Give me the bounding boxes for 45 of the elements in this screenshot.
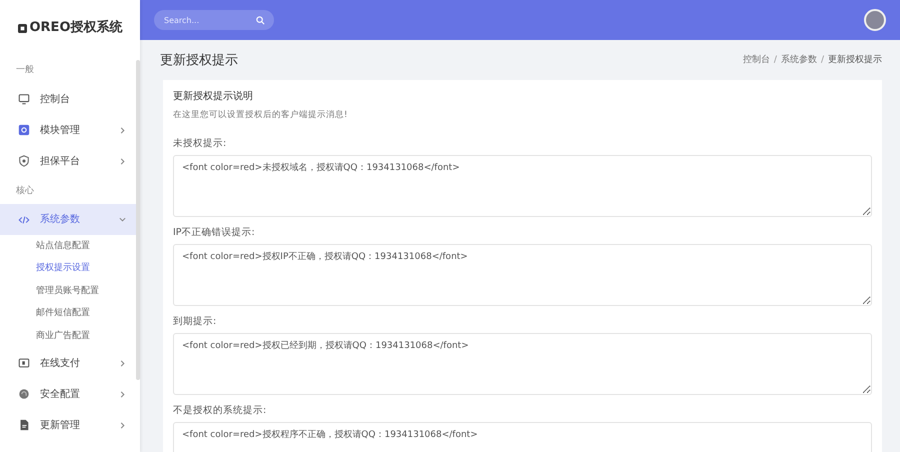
submenu-item[interactable]: 邮件短信配置	[0, 302, 140, 325]
gear-icon	[18, 124, 30, 136]
breadcrumb-separator: /	[774, 54, 777, 68]
code-icon	[18, 214, 30, 226]
sidebar-item[interactable]: 控制台	[0, 84, 140, 114]
logo-icon	[18, 24, 26, 32]
breadcrumb-current: 更新授权提示	[828, 54, 882, 68]
search-icon	[256, 16, 265, 25]
field-label: IP不正确错误提示:	[173, 226, 256, 239]
submenu-item[interactable]: 管理员账号配置	[0, 280, 140, 302]
sidebar-item[interactable]: 在线支付	[0, 348, 140, 378]
chevron-right-icon	[119, 126, 126, 134]
sidebar-item[interactable]: 安全配置	[0, 378, 140, 410]
monitor-icon	[18, 93, 30, 105]
card-heading: 更新授权提示说明	[173, 90, 254, 104]
chevron-down-icon	[119, 216, 126, 223]
card-description: 在这里您可以设置授权后的客户端提示消息!	[173, 109, 348, 121]
page-title: 更新授权提示	[160, 52, 238, 70]
field-label: 未授权提示:	[173, 137, 228, 150]
text-area[interactable]: <font color=red>授权IP不正确，授权请QQ：1934131068</font>	[173, 244, 872, 306]
breadcrumb-link[interactable]: 系统参数	[780, 54, 817, 68]
text-area[interactable]: <font color=red>授权已经到期，授权请QQ：1934131068</font>	[173, 333, 872, 395]
chevron-right-icon	[119, 422, 126, 428]
section-heading: 一般	[15, 64, 35, 77]
section-heading: 核心	[15, 184, 35, 198]
logo: OREO授权系统	[0, 0, 140, 56]
text-area[interactable]: <font color=red>未授权域名，授权请QQ：1934131068</font>	[173, 155, 872, 217]
text-area[interactable]: <font color=red>授权程序不正确，授权请QQ：1934131068</font>	[173, 422, 872, 452]
chevron-right-icon	[119, 360, 126, 366]
card-icon	[18, 357, 30, 369]
sidebar-item[interactable]: 更新管理	[0, 410, 140, 440]
breadcrumb-link[interactable]: 控制台	[742, 54, 770, 68]
field-label: 不是授权的系统提示:	[173, 404, 268, 417]
submenu-item[interactable]: 授权提示设置	[0, 258, 140, 280]
avatar[interactable]	[864, 9, 886, 31]
chevron-right-icon	[119, 390, 126, 398]
document-icon	[18, 419, 30, 431]
breadcrumb-separator: /	[820, 54, 824, 68]
field-label: 到期提示:	[173, 315, 218, 328]
sidebar-item[interactable]: 担保平台	[0, 146, 140, 176]
chevron-right-icon	[119, 158, 126, 164]
submenu-item[interactable]: 商业广告配置	[0, 325, 140, 348]
shield-icon	[18, 155, 30, 167]
sidebar-item[interactable]: 模块管理	[0, 114, 140, 146]
submenu-item[interactable]: 站点信息配置	[0, 235, 140, 258]
